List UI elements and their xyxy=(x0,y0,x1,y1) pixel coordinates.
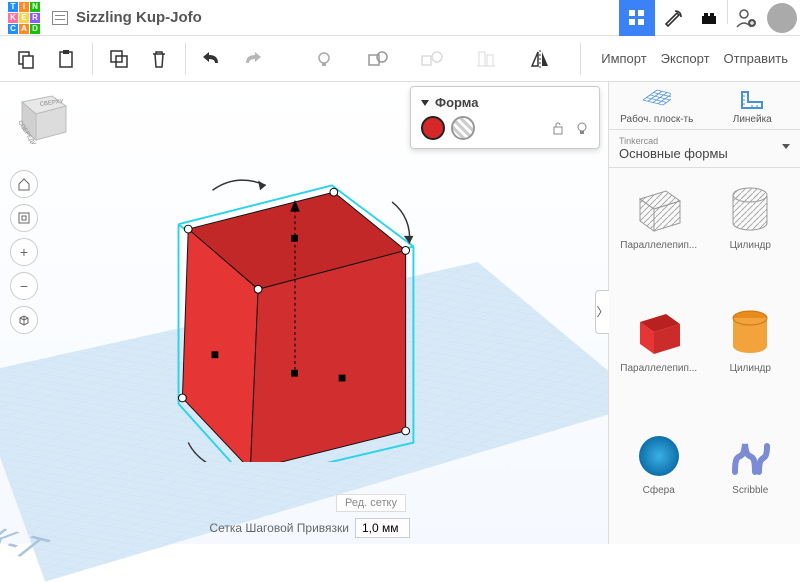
home-view-button[interactable] xyxy=(10,170,38,198)
tinkercad-logo[interactable]: TIN KER CAD xyxy=(8,2,40,34)
home-icon xyxy=(17,177,31,191)
lock-icon[interactable] xyxy=(551,121,565,135)
copy-icon xyxy=(16,49,36,69)
selected-shape-box[interactable] xyxy=(165,132,425,462)
duplicate-button[interactable] xyxy=(102,42,136,76)
export-button[interactable]: Экспорт xyxy=(661,51,710,66)
snap-label: Сетка Шаговой Привязки xyxy=(209,521,349,535)
canvas-viewport[interactable]: СВЕРХУ СПЕРЕДИ + − Ч. ПЛОСК-Т xyxy=(0,82,608,544)
ungroup-icon xyxy=(421,49,443,69)
duplicate-icon xyxy=(109,49,129,69)
solid-color-swatch[interactable] xyxy=(421,116,445,140)
bulb-off-icon xyxy=(313,50,335,68)
designs-list-icon[interactable] xyxy=(52,11,68,25)
person-plus-icon xyxy=(735,7,757,29)
brick-icon xyxy=(699,8,719,28)
shapes-panel: 〉 Рабоч. плоск-ть Линейка Tinkercad Осно… xyxy=(608,82,800,544)
toolbar: Импорт Экспорт Отправить xyxy=(0,36,800,82)
undo-button[interactable] xyxy=(195,42,229,76)
chevron-down-icon xyxy=(782,144,790,149)
workplane-icon xyxy=(643,88,671,112)
trash-icon xyxy=(149,49,169,69)
shape-category-select[interactable]: Tinkercad Основные формы xyxy=(609,130,800,168)
grid-icon xyxy=(628,9,646,27)
workplane-tool[interactable]: Рабоч. плоск-ть xyxy=(609,82,705,129)
send-button[interactable]: Отправить xyxy=(724,51,788,66)
ungroup-button[interactable] xyxy=(415,42,449,76)
shape-cylinder-hole[interactable]: Цилиндр xyxy=(707,174,795,293)
undo-icon xyxy=(202,51,222,67)
app-header: TIN KER CAD Sizzling Kup-Jofo xyxy=(0,0,800,36)
ruler-icon xyxy=(738,88,766,112)
bulb-icon[interactable] xyxy=(575,121,589,135)
panel-expand-tab[interactable]: 〉 xyxy=(595,290,609,334)
pickaxe-icon xyxy=(663,8,683,28)
shape-cylinder-solid[interactable]: Цилиндр xyxy=(707,297,795,416)
inspector-title: Форма xyxy=(435,95,478,110)
collapse-caret-icon[interactable] xyxy=(421,100,429,106)
mode-3d-design-button[interactable] xyxy=(619,0,655,36)
shapes-grid: Параллелепип... Цилиндр Параллелепип... … xyxy=(609,168,800,544)
paste-button[interactable] xyxy=(49,42,83,76)
shape-box-hole[interactable]: Параллелепип... xyxy=(615,174,703,293)
paste-icon xyxy=(56,49,76,69)
shape-box-solid[interactable]: Параллелепип... xyxy=(615,297,703,416)
mode-bricks-button[interactable] xyxy=(691,0,727,36)
group-icon xyxy=(367,49,389,69)
fit-icon xyxy=(17,211,31,225)
snap-grid-bar: Ред. сетку Сетка Шаговой Привязки xyxy=(209,518,410,538)
viewcube[interactable]: СВЕРХУ СПЕРЕДИ xyxy=(10,88,70,144)
redo-icon xyxy=(242,51,262,67)
align-icon xyxy=(476,49,496,69)
shape-scribble[interactable]: Scribble xyxy=(707,419,795,538)
edit-grid-button[interactable]: Ред. сетку xyxy=(336,494,406,512)
mirror-button[interactable] xyxy=(523,42,557,76)
group-button[interactable] xyxy=(361,42,395,76)
account-button[interactable] xyxy=(728,0,764,36)
hole-swatch[interactable] xyxy=(451,116,475,140)
align-button[interactable] xyxy=(469,42,503,76)
shape-sphere[interactable]: Сфера xyxy=(615,419,703,538)
mode-blocks-button[interactable] xyxy=(655,0,691,36)
visibility-button[interactable] xyxy=(307,42,341,76)
redo-button[interactable] xyxy=(235,42,269,76)
project-title[interactable]: Sizzling Kup-Jofo xyxy=(76,9,202,26)
avatar-icon xyxy=(767,3,797,33)
import-button[interactable]: Импорт xyxy=(601,51,646,66)
snap-value-input[interactable] xyxy=(355,518,410,538)
delete-button[interactable] xyxy=(142,42,176,76)
copy-button[interactable] xyxy=(9,42,43,76)
mirror-icon xyxy=(529,49,551,69)
fit-view-button[interactable] xyxy=(10,204,38,232)
ruler-tool[interactable]: Линейка xyxy=(705,82,800,129)
shape-inspector[interactable]: Форма xyxy=(410,86,600,149)
user-avatar[interactable] xyxy=(764,0,800,36)
